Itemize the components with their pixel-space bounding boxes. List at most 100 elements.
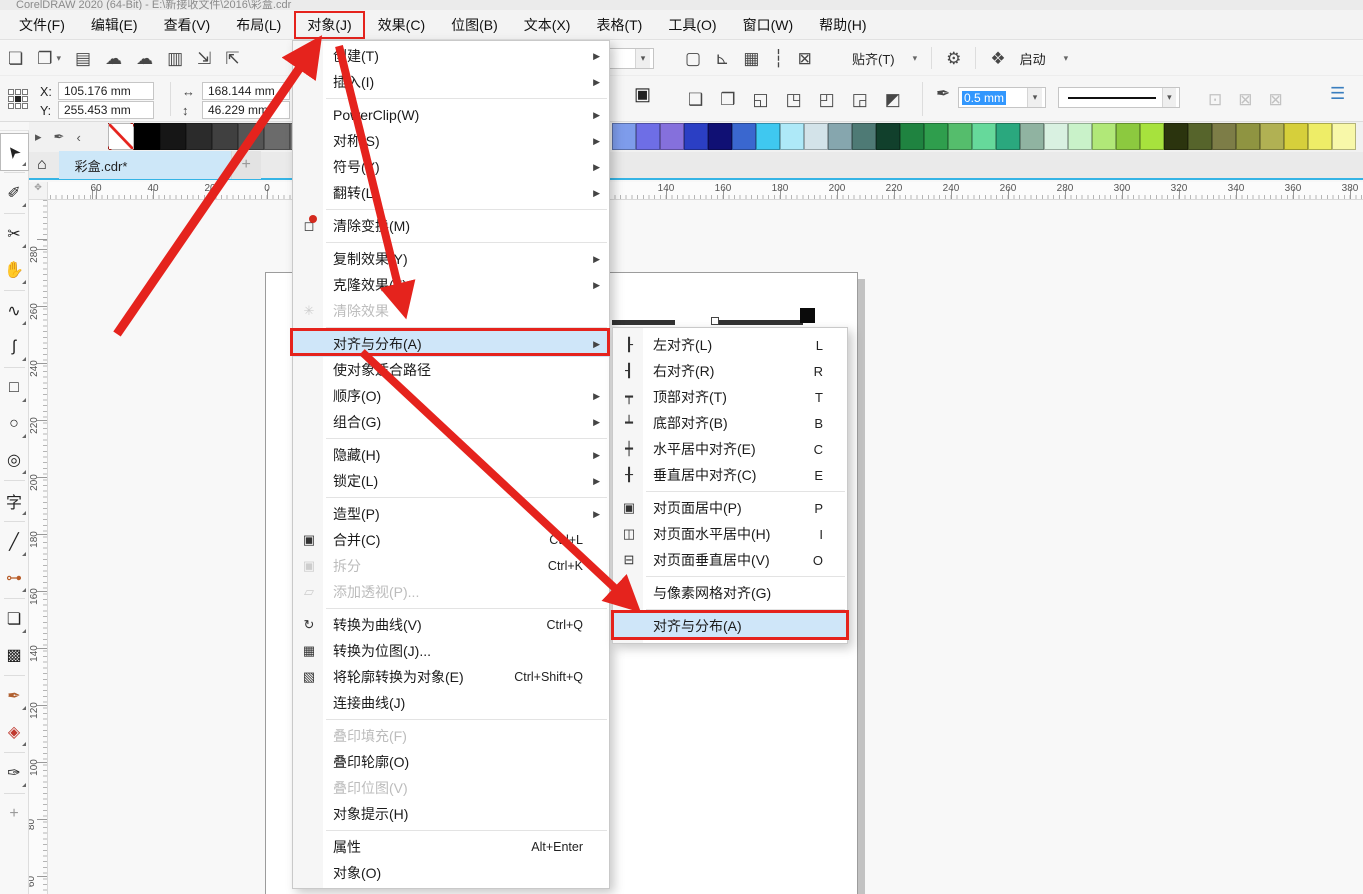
color-swatch[interactable] xyxy=(828,123,852,150)
chevron-down-icon[interactable]: ▾ xyxy=(1027,88,1042,107)
object-menu-item-5[interactable]: 符号(Y)▶ xyxy=(293,154,609,180)
color-swatch[interactable] xyxy=(1236,123,1260,150)
object-height-field[interactable]: 46.229 mm xyxy=(202,101,290,119)
color-swatch[interactable] xyxy=(612,123,636,150)
print-icon[interactable]: ▥ xyxy=(167,50,183,67)
open-folder-icon[interactable]: ❐▾ xyxy=(37,50,61,67)
chevron-down-icon[interactable]: ▾ xyxy=(57,54,62,63)
freehand-tool[interactable]: ∿ xyxy=(1,293,28,329)
color-swatch[interactable] xyxy=(1164,123,1188,150)
export-icon[interactable]: ⇱ xyxy=(225,50,239,67)
object-menu-item-32[interactable]: 叠印填充(F) xyxy=(293,723,609,749)
bezier-tool[interactable]: ʃ xyxy=(1,329,28,365)
object-menu-item-19[interactable]: 隐藏(H)▶ xyxy=(293,442,609,468)
color-swatch[interactable] xyxy=(660,123,684,150)
object-menu-item-28[interactable]: ▦转换为位图(J)... xyxy=(293,638,609,664)
color-swatch[interactable] xyxy=(852,123,876,150)
color-swatch[interactable] xyxy=(1092,123,1116,150)
vertical-ruler[interactable]: 2802602402202001801601401201008060 xyxy=(29,200,48,894)
document-tab-active[interactable]: 彩盒.cdr* xyxy=(59,151,231,179)
new-document-icon[interactable]: ❏ xyxy=(8,50,23,67)
object-width-field[interactable]: 168.144 mm xyxy=(202,82,290,100)
object-menu-item-3[interactable]: PowerClip(W)▶ xyxy=(293,102,609,128)
object-menu-item-14[interactable]: 对齐与分布(A)▶ xyxy=(293,331,609,357)
align-submenu-item-4[interactable]: ┿水平居中对齐(E)C xyxy=(613,436,847,462)
front-minus-back-icon[interactable]: ◰ xyxy=(819,91,835,108)
color-swatch[interactable] xyxy=(1332,123,1356,150)
palette-flyout-icon[interactable]: ▸ xyxy=(35,129,42,145)
align-submenu-item-13[interactable]: 对齐与分布(A) xyxy=(613,613,847,639)
menu-item-10[interactable]: 窗口(W) xyxy=(730,11,807,39)
rectangle-tool[interactable]: □ xyxy=(1,370,28,406)
object-menu-item-20[interactable]: 锁定(L)▶ xyxy=(293,468,609,494)
object-menu-item-0[interactable]: 创建(T)▶ xyxy=(293,43,609,69)
object-menu-item-27[interactable]: ↻转换为曲线(V)Ctrl+Q xyxy=(293,612,609,638)
align-submenu-item-2[interactable]: ┯顶部对齐(T)T xyxy=(613,384,847,410)
new-tab-button[interactable]: + xyxy=(231,151,261,179)
object-position-widget[interactable] xyxy=(8,89,28,109)
object-menu-item-11[interactable]: 克隆效果(F)▶ xyxy=(293,272,609,298)
delete-segment-icon[interactable]: ⊠ xyxy=(1269,91,1283,108)
align-distribute-icon[interactable]: ☰ xyxy=(1330,85,1345,102)
crop-tool[interactable]: ✂ xyxy=(1,216,28,252)
dimension-tool[interactable]: ╱ xyxy=(1,524,28,560)
align-submenu-item-8[interactable]: ◫对页面水平居中(H)I xyxy=(613,521,847,547)
eyedropper-icon[interactable]: ✒ xyxy=(54,129,65,145)
cloud-upload-icon[interactable]: ☁↑ xyxy=(136,50,153,67)
cloud-download-icon[interactable]: ☁↓ xyxy=(105,50,122,67)
ellipse-tool[interactable]: ○ xyxy=(1,406,28,442)
color-swatch[interactable] xyxy=(780,123,804,150)
home-icon[interactable]: ⌂ xyxy=(37,156,47,174)
color-swatch[interactable] xyxy=(1044,123,1068,150)
spiral-tool[interactable]: ◎ xyxy=(1,442,28,478)
color-swatch[interactable] xyxy=(160,123,186,150)
delete-shape-icon[interactable]: ⊠ xyxy=(1238,91,1252,108)
object-menu-item-23[interactable]: ▣合并(C)Ctrl+L xyxy=(293,527,609,553)
color-swatch[interactable] xyxy=(186,123,212,150)
color-swatch[interactable] xyxy=(684,123,708,150)
pick-tool[interactable]: ➤ xyxy=(1,134,28,170)
object-menu-item-35[interactable]: 对象提示(H) xyxy=(293,801,609,827)
object-menu-item-16[interactable]: 顺序(O)▶ xyxy=(293,383,609,409)
chevron-down-icon[interactable]: ▾ xyxy=(1064,53,1069,64)
color-swatch[interactable] xyxy=(1188,123,1212,150)
rulers-icon[interactable]: ⊾ xyxy=(715,50,729,67)
menu-item-11[interactable]: 帮助(H) xyxy=(806,11,879,39)
color-swatch[interactable] xyxy=(212,123,238,150)
outline-width-combo[interactable]: 0.5 mm ▾ xyxy=(958,87,1046,108)
align-submenu-item-0[interactable]: ┠左对齐(L)L xyxy=(613,332,847,358)
object-menu-item-10[interactable]: 复制效果(Y)▶ xyxy=(293,246,609,272)
chevron-down-icon[interactable]: ▾ xyxy=(635,49,650,68)
color-swatch[interactable] xyxy=(924,123,948,150)
back-minus-front-icon[interactable]: ◲ xyxy=(852,91,868,108)
object-menu-item-4[interactable]: 对称(S)▶ xyxy=(293,128,609,154)
color-swatch[interactable] xyxy=(996,123,1020,150)
align-submenu-item-1[interactable]: ┨右对齐(R)R xyxy=(613,358,847,384)
transparency-tool[interactable]: ▩ xyxy=(1,637,28,673)
selected-object-segment[interactable] xyxy=(612,320,675,325)
menu-item-1[interactable]: 编辑(E) xyxy=(78,11,151,39)
color-swatch[interactable] xyxy=(972,123,996,150)
ruler-origin-corner[interactable]: ✥ xyxy=(29,182,48,200)
create-boundary-icon[interactable]: ◩ xyxy=(885,91,901,108)
align-submenu-item-5[interactable]: ╂垂直居中对齐(C)E xyxy=(613,462,847,488)
object-menu-item-24[interactable]: ▣拆分Ctrl+K xyxy=(293,553,609,579)
color-eyedropper-tool[interactable]: ✒ xyxy=(1,678,28,714)
menu-item-3[interactable]: 布局(L) xyxy=(223,11,294,39)
color-swatch[interactable] xyxy=(900,123,924,150)
color-swatch[interactable] xyxy=(264,123,290,150)
align-submenu-item-9[interactable]: ⊟对页面垂直居中(V)O xyxy=(613,547,847,573)
menu-item-9[interactable]: 工具(O) xyxy=(655,11,729,39)
menu-item-5[interactable]: 效果(C) xyxy=(365,11,438,39)
object-menu-item-33[interactable]: 叠印轮廓(O) xyxy=(293,749,609,775)
import-icon[interactable]: ⇲ xyxy=(197,50,211,67)
color-swatch[interactable] xyxy=(1116,123,1140,150)
color-swatch[interactable] xyxy=(1284,123,1308,150)
object-menu-item-8[interactable]: ◻清除变换(M) xyxy=(293,213,609,239)
menu-item-6[interactable]: 位图(B) xyxy=(438,11,511,39)
object-menu-item-15[interactable]: 使对象适合路径 xyxy=(293,357,609,383)
align-submenu-item-7[interactable]: ▣对页面居中(P)P xyxy=(613,495,847,521)
color-swatch[interactable] xyxy=(948,123,972,150)
color-swatch[interactable] xyxy=(732,123,756,150)
color-swatch[interactable] xyxy=(1020,123,1044,150)
